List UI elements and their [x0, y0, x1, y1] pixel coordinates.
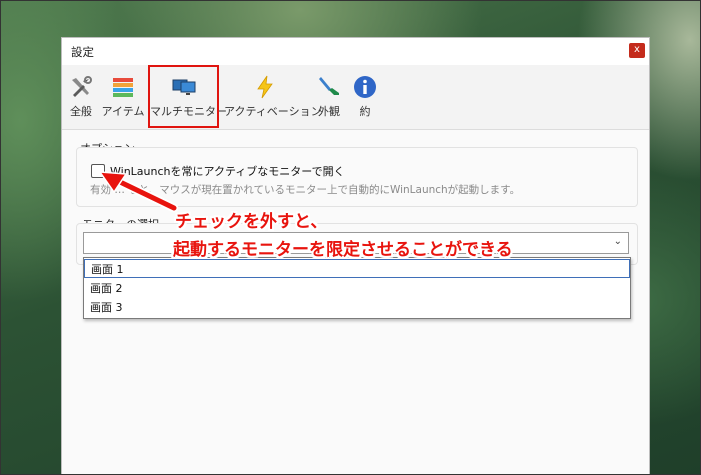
monitors-icon [172, 79, 195, 95]
tab-about-label: 約 [359, 105, 371, 118]
active-monitor-description: 有効 … ると、マウスが現在置かれているモニター上で自動的にWinLaunchが… [90, 184, 521, 196]
tools-icon [72, 76, 92, 97]
monitor-option-3[interactable]: 画面 3 [84, 298, 630, 317]
tab-items[interactable]: アイテム [99, 75, 147, 125]
brush-icon [319, 77, 339, 95]
monitor-dropdown-list: 画面 1 画面 2 画面 3 [83, 257, 631, 319]
tab-appearance[interactable]: 外観 [314, 75, 344, 125]
tab-multi-monitor-label: マルチモニター [150, 105, 227, 118]
tab-general[interactable]: 全般 [66, 75, 96, 125]
lightning-icon [257, 75, 273, 99]
tab-activation[interactable]: アクティベーション [224, 75, 322, 125]
active-monitor-checkbox[interactable] [91, 164, 105, 178]
info-icon [354, 76, 376, 98]
title-bar: 設定 x [62, 38, 649, 65]
tab-about[interactable]: 約 [353, 75, 377, 125]
window-title: 設定 [71, 45, 94, 59]
annotation-line-2: 起動するモニターを限定させることができる [173, 240, 513, 260]
settings-toolbar: 全般 アイテム マルチモニター アクティベーション 外観 約 [62, 65, 649, 129]
chevron-down-icon: ⌄ [613, 236, 622, 247]
active-monitor-checkbox-label: WinLaunchを常にアクティブなモニターで開く [110, 165, 345, 178]
stack-icon [113, 78, 133, 97]
tab-activation-label: アクティベーション [224, 105, 322, 118]
tab-items-label: アイテム [101, 105, 145, 118]
tab-multi-monitor[interactable]: マルチモニター [150, 75, 227, 125]
close-button[interactable]: x [629, 43, 645, 58]
monitor-option-2[interactable]: 画面 2 [84, 279, 630, 298]
monitor-option-1[interactable]: 画面 1 [84, 259, 630, 278]
tab-general-label: 全般 [70, 105, 92, 118]
annotation-line-1: チェックを外すと、 [175, 212, 328, 232]
tab-appearance-label: 外観 [318, 105, 340, 118]
